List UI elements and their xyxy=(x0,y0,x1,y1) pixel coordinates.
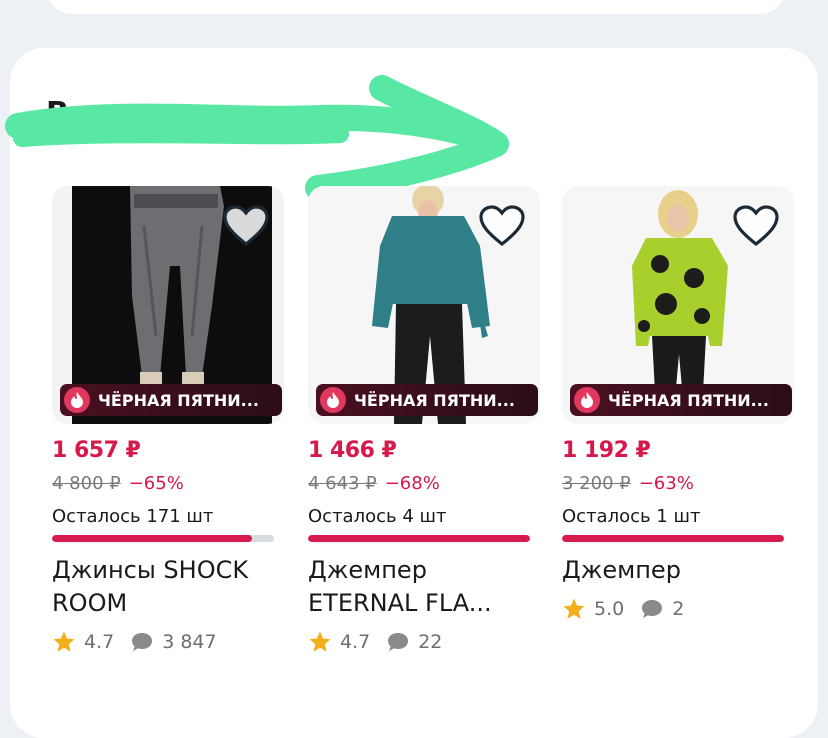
stock-progress-fill xyxy=(308,535,530,542)
promo-badge: ЧЁРНАЯ ПЯТНИ... xyxy=(570,384,792,416)
stock-progress-bar xyxy=(52,535,274,542)
badge-label: ЧЁРНАЯ ПЯТНИ... xyxy=(98,390,259,410)
star-icon xyxy=(53,631,75,652)
old-price: 4 800 ₽ xyxy=(52,473,121,494)
product-name[interactable]: Джемпер ETERNAL FLA... xyxy=(308,554,534,620)
discount: −65% xyxy=(128,473,184,494)
flame-icon xyxy=(574,387,600,413)
stock-remaining: Осталось 4 шт xyxy=(308,506,447,527)
discount: −63% xyxy=(638,473,694,494)
stock-remaining: Осталось 1 шт xyxy=(562,506,701,527)
old-price: 4 643 ₽ xyxy=(308,473,377,494)
product-image[interactable]: ЧЁРНАЯ ПЯТНИ... xyxy=(52,186,284,424)
current-price: 1 657 ₽ xyxy=(52,438,141,463)
comment-icon xyxy=(388,633,409,651)
star-icon xyxy=(563,598,585,619)
badge-label: ЧЁРНАЯ ПЯТНИ... xyxy=(608,390,769,410)
rating-value: 5.0 xyxy=(594,598,625,620)
stock-progress-bar xyxy=(562,535,784,542)
product-image[interactable]: ЧЁРНАЯ ПЯТНИ... xyxy=(562,186,794,424)
badge-label: ЧЁРНАЯ ПЯТНИ... xyxy=(354,390,515,410)
reviews-count: 3 847 xyxy=(162,631,217,653)
previous-section-card xyxy=(46,0,786,14)
rating-value: 4.7 xyxy=(84,631,115,653)
favorite-heart-icon[interactable] xyxy=(732,204,780,248)
product-name[interactable]: Джемпер xyxy=(562,554,788,587)
promo-badge: ЧЁРНАЯ ПЯТНИ... xyxy=(316,384,538,416)
stock-remaining: Осталось 171 шт xyxy=(52,506,214,527)
stock-progress-fill xyxy=(52,535,252,542)
product-card[interactable]: ЧЁРНАЯ ПЯТНИ... 1 192 ₽ 3 200 ₽ −63% Ост… xyxy=(562,186,794,621)
stock-progress-bar xyxy=(308,535,530,542)
product-name[interactable]: Джинсы SHOCK ROOM xyxy=(52,554,278,620)
comment-icon xyxy=(642,600,663,618)
promo-badge: ЧЁРНАЯ ПЯТНИ... xyxy=(60,384,282,416)
favorite-heart-icon[interactable] xyxy=(478,204,526,248)
current-price: 1 466 ₽ xyxy=(308,438,397,463)
reviews-count: 22 xyxy=(418,631,443,653)
star-icon xyxy=(309,631,331,652)
rating-value: 4.7 xyxy=(340,631,371,653)
current-price: 1 192 ₽ xyxy=(562,438,651,463)
reviews-count: 2 xyxy=(672,598,685,620)
flame-icon xyxy=(64,387,90,413)
product-card[interactable]: ЧЁРНАЯ ПЯТНИ... 1 466 ₽ 4 643 ₽ −68% Ост… xyxy=(308,186,540,654)
old-price: 3 200 ₽ xyxy=(562,473,631,494)
discount: −68% xyxy=(384,473,440,494)
product-image[interactable]: ЧЁРНАЯ ПЯТНИ... xyxy=(308,186,540,424)
product-card[interactable]: ЧЁРНАЯ ПЯТНИ... 1 657 ₽ 4 800 ₽ −65% Ост… xyxy=(52,186,284,654)
flame-icon xyxy=(320,387,346,413)
favorite-heart-icon[interactable] xyxy=(222,204,270,248)
comment-icon xyxy=(132,633,153,651)
stock-progress-fill xyxy=(562,535,784,542)
